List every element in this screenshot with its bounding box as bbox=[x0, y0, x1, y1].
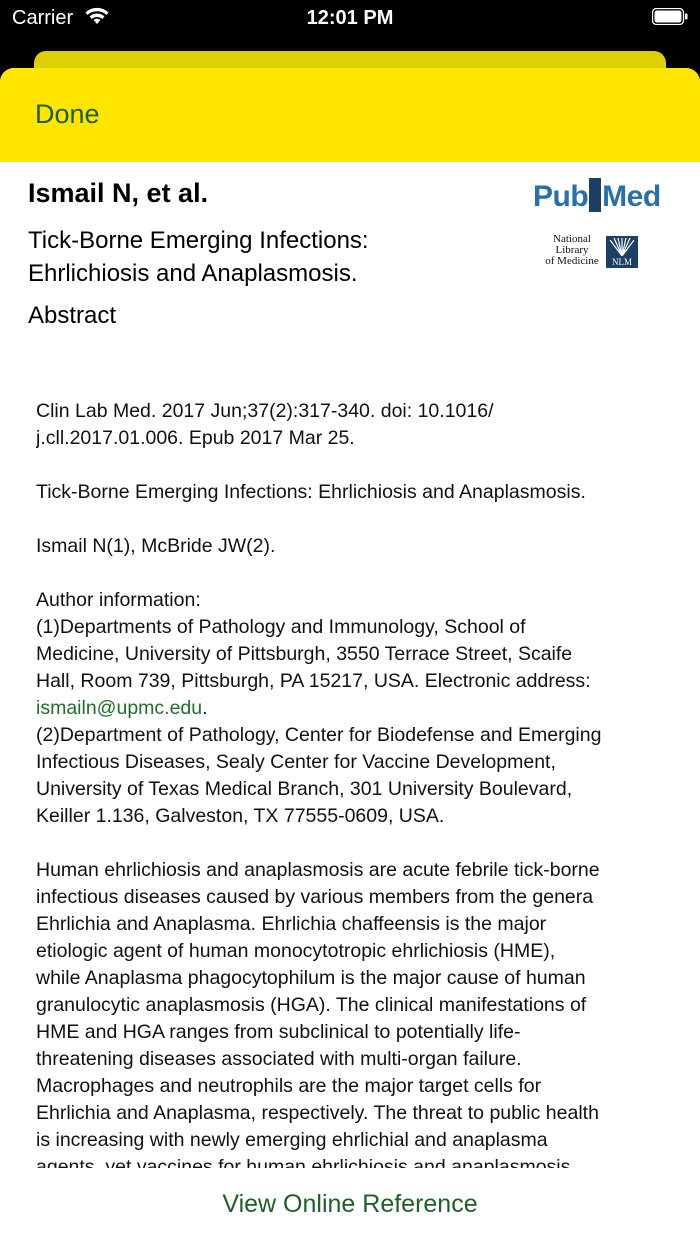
body-line: threatening diseases associated with mul… bbox=[36, 1048, 522, 1070]
affiliation-line: University of Texas Medical Branch, 301 … bbox=[36, 778, 573, 800]
body-line: Ehrlichia and Anaplasma, respectively. T… bbox=[36, 1102, 599, 1124]
nav-bar: Done bbox=[0, 68, 700, 162]
article-title: Tick-Borne Emerging Infections: Ehrlichi… bbox=[28, 224, 458, 290]
bottom-bar: View Online Reference bbox=[0, 1168, 700, 1244]
abstract-title-line: Tick-Borne Emerging Infections: Ehrlichi… bbox=[36, 481, 586, 503]
author-info-heading: Author information: bbox=[36, 589, 201, 611]
email-line: ismailn@upmc.edu. bbox=[36, 695, 666, 722]
article-sheet: Done Ismail N, et al. Tick-Borne Emergin… bbox=[0, 68, 700, 1244]
email-link[interactable]: ismailn@upmc.edu bbox=[36, 697, 202, 719]
body-line: agents, yet vaccines for human ehrlichio… bbox=[36, 1156, 571, 1168]
affiliation-line: Infectious Diseases, Sealy Center for Va… bbox=[36, 751, 556, 773]
abstract-title: Tick-Borne Emerging Infections: Ehrlichi… bbox=[36, 479, 666, 506]
body-line: Human ehrlichiosis and anaplasmosis are … bbox=[36, 859, 600, 881]
nlm-logo-line: of Medicine bbox=[545, 255, 599, 267]
citation-line: Clin Lab Med. 2017 Jun;37(2):317-340. do… bbox=[36, 400, 494, 422]
section-label: Abstract bbox=[28, 302, 117, 329]
clock: 12:01 PM bbox=[306, 7, 394, 29]
nlm-emblem-icon: NLM bbox=[606, 236, 638, 268]
nlm-logo-text: National Library of Medicine bbox=[540, 234, 604, 267]
body-line: is increasing with newly emerging ehrlic… bbox=[36, 1129, 548, 1151]
abstract-content: Clin Lab Med. 2017 Jun;37(2):317-340. do… bbox=[36, 398, 666, 1168]
article-title-line: Tick-Borne Emerging Infections: bbox=[28, 227, 369, 254]
affiliation-line: (1)Departments of Pathology and Immunolo… bbox=[36, 616, 526, 638]
status-bar: Carrier 12:01 PM bbox=[0, 0, 700, 40]
author-heading: Ismail N, et al. bbox=[28, 178, 209, 208]
authors: Ismail N(1), McBride JW(2). bbox=[36, 533, 666, 560]
battery-icon bbox=[652, 8, 688, 25]
nlm-tag: NLM bbox=[612, 257, 632, 267]
done-button[interactable]: Done bbox=[35, 99, 100, 130]
affiliation-line: Medicine, University of Pittsburgh, 3550… bbox=[36, 643, 573, 665]
citation-line: j.cll.2017.01.006. Epub 2017 Mar 25. bbox=[36, 427, 355, 449]
affiliation-line: (2)Department of Pathology, Center for B… bbox=[36, 724, 602, 746]
author-information: Author information: (1)Departments of Pa… bbox=[36, 587, 666, 830]
article-title-line: Ehrlichiosis and Anaplasmosis. bbox=[28, 260, 358, 287]
authors-line: Ismail N(1), McBride JW(2). bbox=[36, 535, 276, 557]
body-line: HME and HGA ranges from subclinical to p… bbox=[36, 1021, 521, 1043]
body-line: Ehrlichia and Anaplasma. Ehrlichia chaff… bbox=[36, 913, 547, 935]
pubmed-logo-text: Pub bbox=[533, 180, 589, 213]
email-suffix: . bbox=[202, 697, 208, 719]
body-line: Macrophages and neutrophils are the majo… bbox=[36, 1075, 542, 1097]
affiliation-line: Keiller 1.136, Galveston, TX 77555-0609,… bbox=[36, 805, 445, 827]
citation: Clin Lab Med. 2017 Jun;37(2):317-340. do… bbox=[36, 398, 666, 452]
pubmed-logo-text: Med bbox=[602, 180, 661, 213]
nlm-logo: National Library of Medicine NLM bbox=[540, 234, 640, 270]
affiliation-line: Hall, Room 739, Pittsburgh, PA 15217, US… bbox=[36, 670, 591, 692]
bookmark-icon bbox=[589, 178, 602, 212]
pubmed-logo: Pub Med bbox=[533, 178, 661, 214]
body-line: etiologic agent of human monocytotropic … bbox=[36, 940, 556, 962]
rays-icon bbox=[609, 238, 635, 256]
body-line: infectious diseases caused by various me… bbox=[36, 886, 594, 908]
body-line: granulocytic anaplasmosis (HGA). The cli… bbox=[36, 994, 587, 1016]
abstract-body: Human ehrlichiosis and anaplasmosis are … bbox=[36, 857, 666, 1168]
body-line: while Anaplasma phagocytophilum is the m… bbox=[36, 967, 586, 989]
view-online-reference-button[interactable]: View Online Reference bbox=[0, 1190, 700, 1219]
